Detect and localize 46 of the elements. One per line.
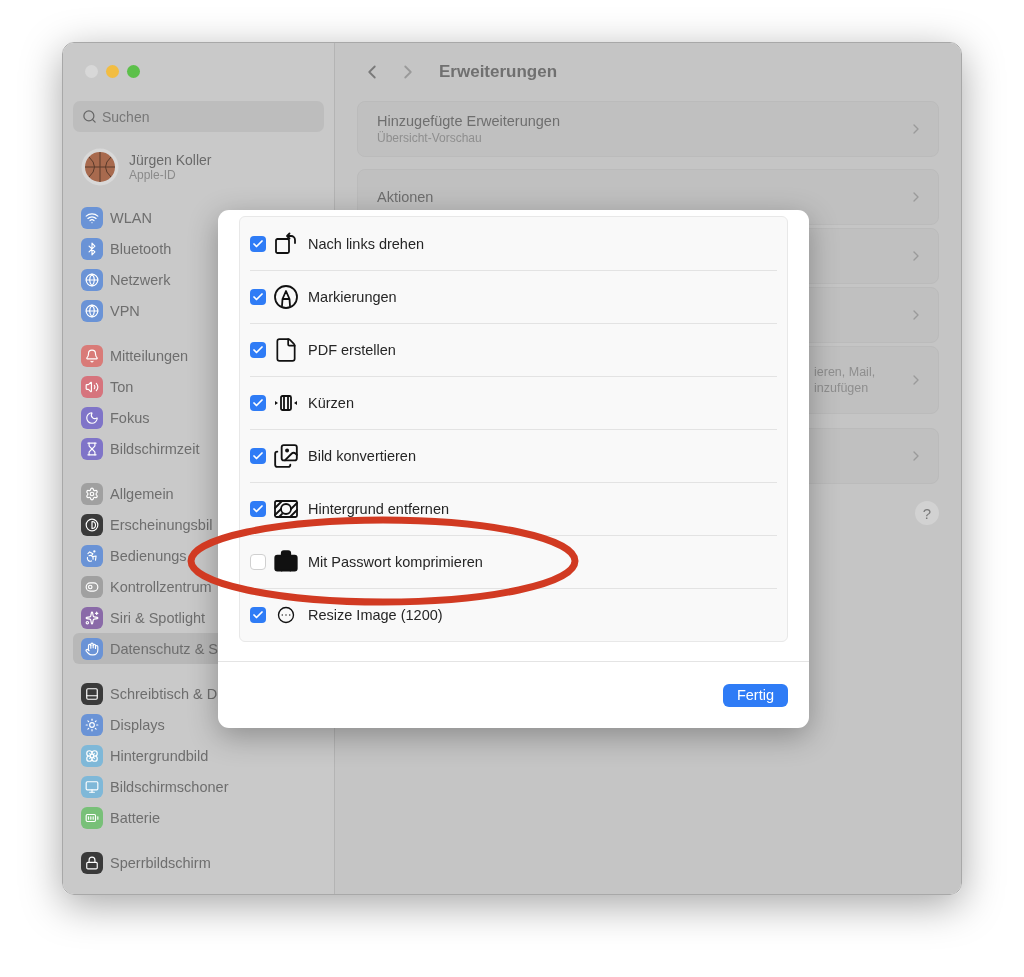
markup-icon xyxy=(273,284,299,310)
sidebar-item[interactable]: Hintergrundbild xyxy=(73,740,324,771)
action-label: PDF erstellen xyxy=(308,342,396,358)
sidebar-item[interactable]: Displays xyxy=(73,709,324,740)
document-icon xyxy=(273,337,299,363)
sidebar-item[interactable]: Kontrollzentrum xyxy=(73,571,324,602)
checkmark-icon xyxy=(252,291,264,303)
ellipsis-icon xyxy=(277,606,295,624)
checkbox[interactable] xyxy=(250,342,266,358)
sidebar-item[interactable]: Bildschirmschoner xyxy=(73,771,324,802)
checkbox[interactable] xyxy=(250,395,266,411)
checkbox[interactable] xyxy=(250,289,266,305)
action-label: Markierungen xyxy=(308,289,397,305)
checkmark-icon xyxy=(252,344,264,356)
help-button[interactable]: ? xyxy=(915,501,939,525)
checkbox[interactable] xyxy=(250,235,266,252)
account-subtitle: Apple-ID xyxy=(129,168,177,182)
checkmark-icon xyxy=(252,397,264,409)
done-button[interactable]: Fertig xyxy=(722,683,788,707)
sidebar-item[interactable]: Batterie xyxy=(73,802,324,833)
action-label: Resize Image (1200) xyxy=(308,607,443,623)
checkmark-icon xyxy=(252,237,264,250)
action-label: Mit Passwort komprimieren xyxy=(308,554,483,570)
action-label: Hintergrund entfernen xyxy=(308,501,450,517)
images-icon xyxy=(273,443,299,469)
checkmark-icon xyxy=(252,609,264,621)
checkmark-icon xyxy=(252,450,264,462)
sidebar-item[interactable]: Schreibtisch & D xyxy=(73,678,324,709)
search-field[interactable]: Suchen xyxy=(73,101,324,132)
sidebar-item[interactable]: WLAN xyxy=(73,202,324,233)
checkbox[interactable] xyxy=(250,448,266,464)
checkbox[interactable] xyxy=(250,554,266,570)
window-title: Erweiterungen xyxy=(439,62,558,82)
avatar-icon xyxy=(81,148,119,186)
checkbox[interactable] xyxy=(250,607,266,623)
search-icon xyxy=(82,109,97,124)
account-name: Jürgen Koller xyxy=(129,152,212,168)
rotate-icon xyxy=(273,230,299,257)
action-label: Nach links drehen xyxy=(308,235,425,252)
action-label: Bild konvertieren xyxy=(308,448,416,464)
action-label: Kürzen xyxy=(308,395,354,411)
checkmark-icon xyxy=(252,503,264,515)
row-title: Aktionen xyxy=(377,189,435,205)
row-title: Hinzugefügte Erweiterungen xyxy=(377,113,561,129)
checkbox[interactable] xyxy=(250,501,266,517)
sidebar-item[interactable]: Sperrbildschirm xyxy=(73,847,324,878)
